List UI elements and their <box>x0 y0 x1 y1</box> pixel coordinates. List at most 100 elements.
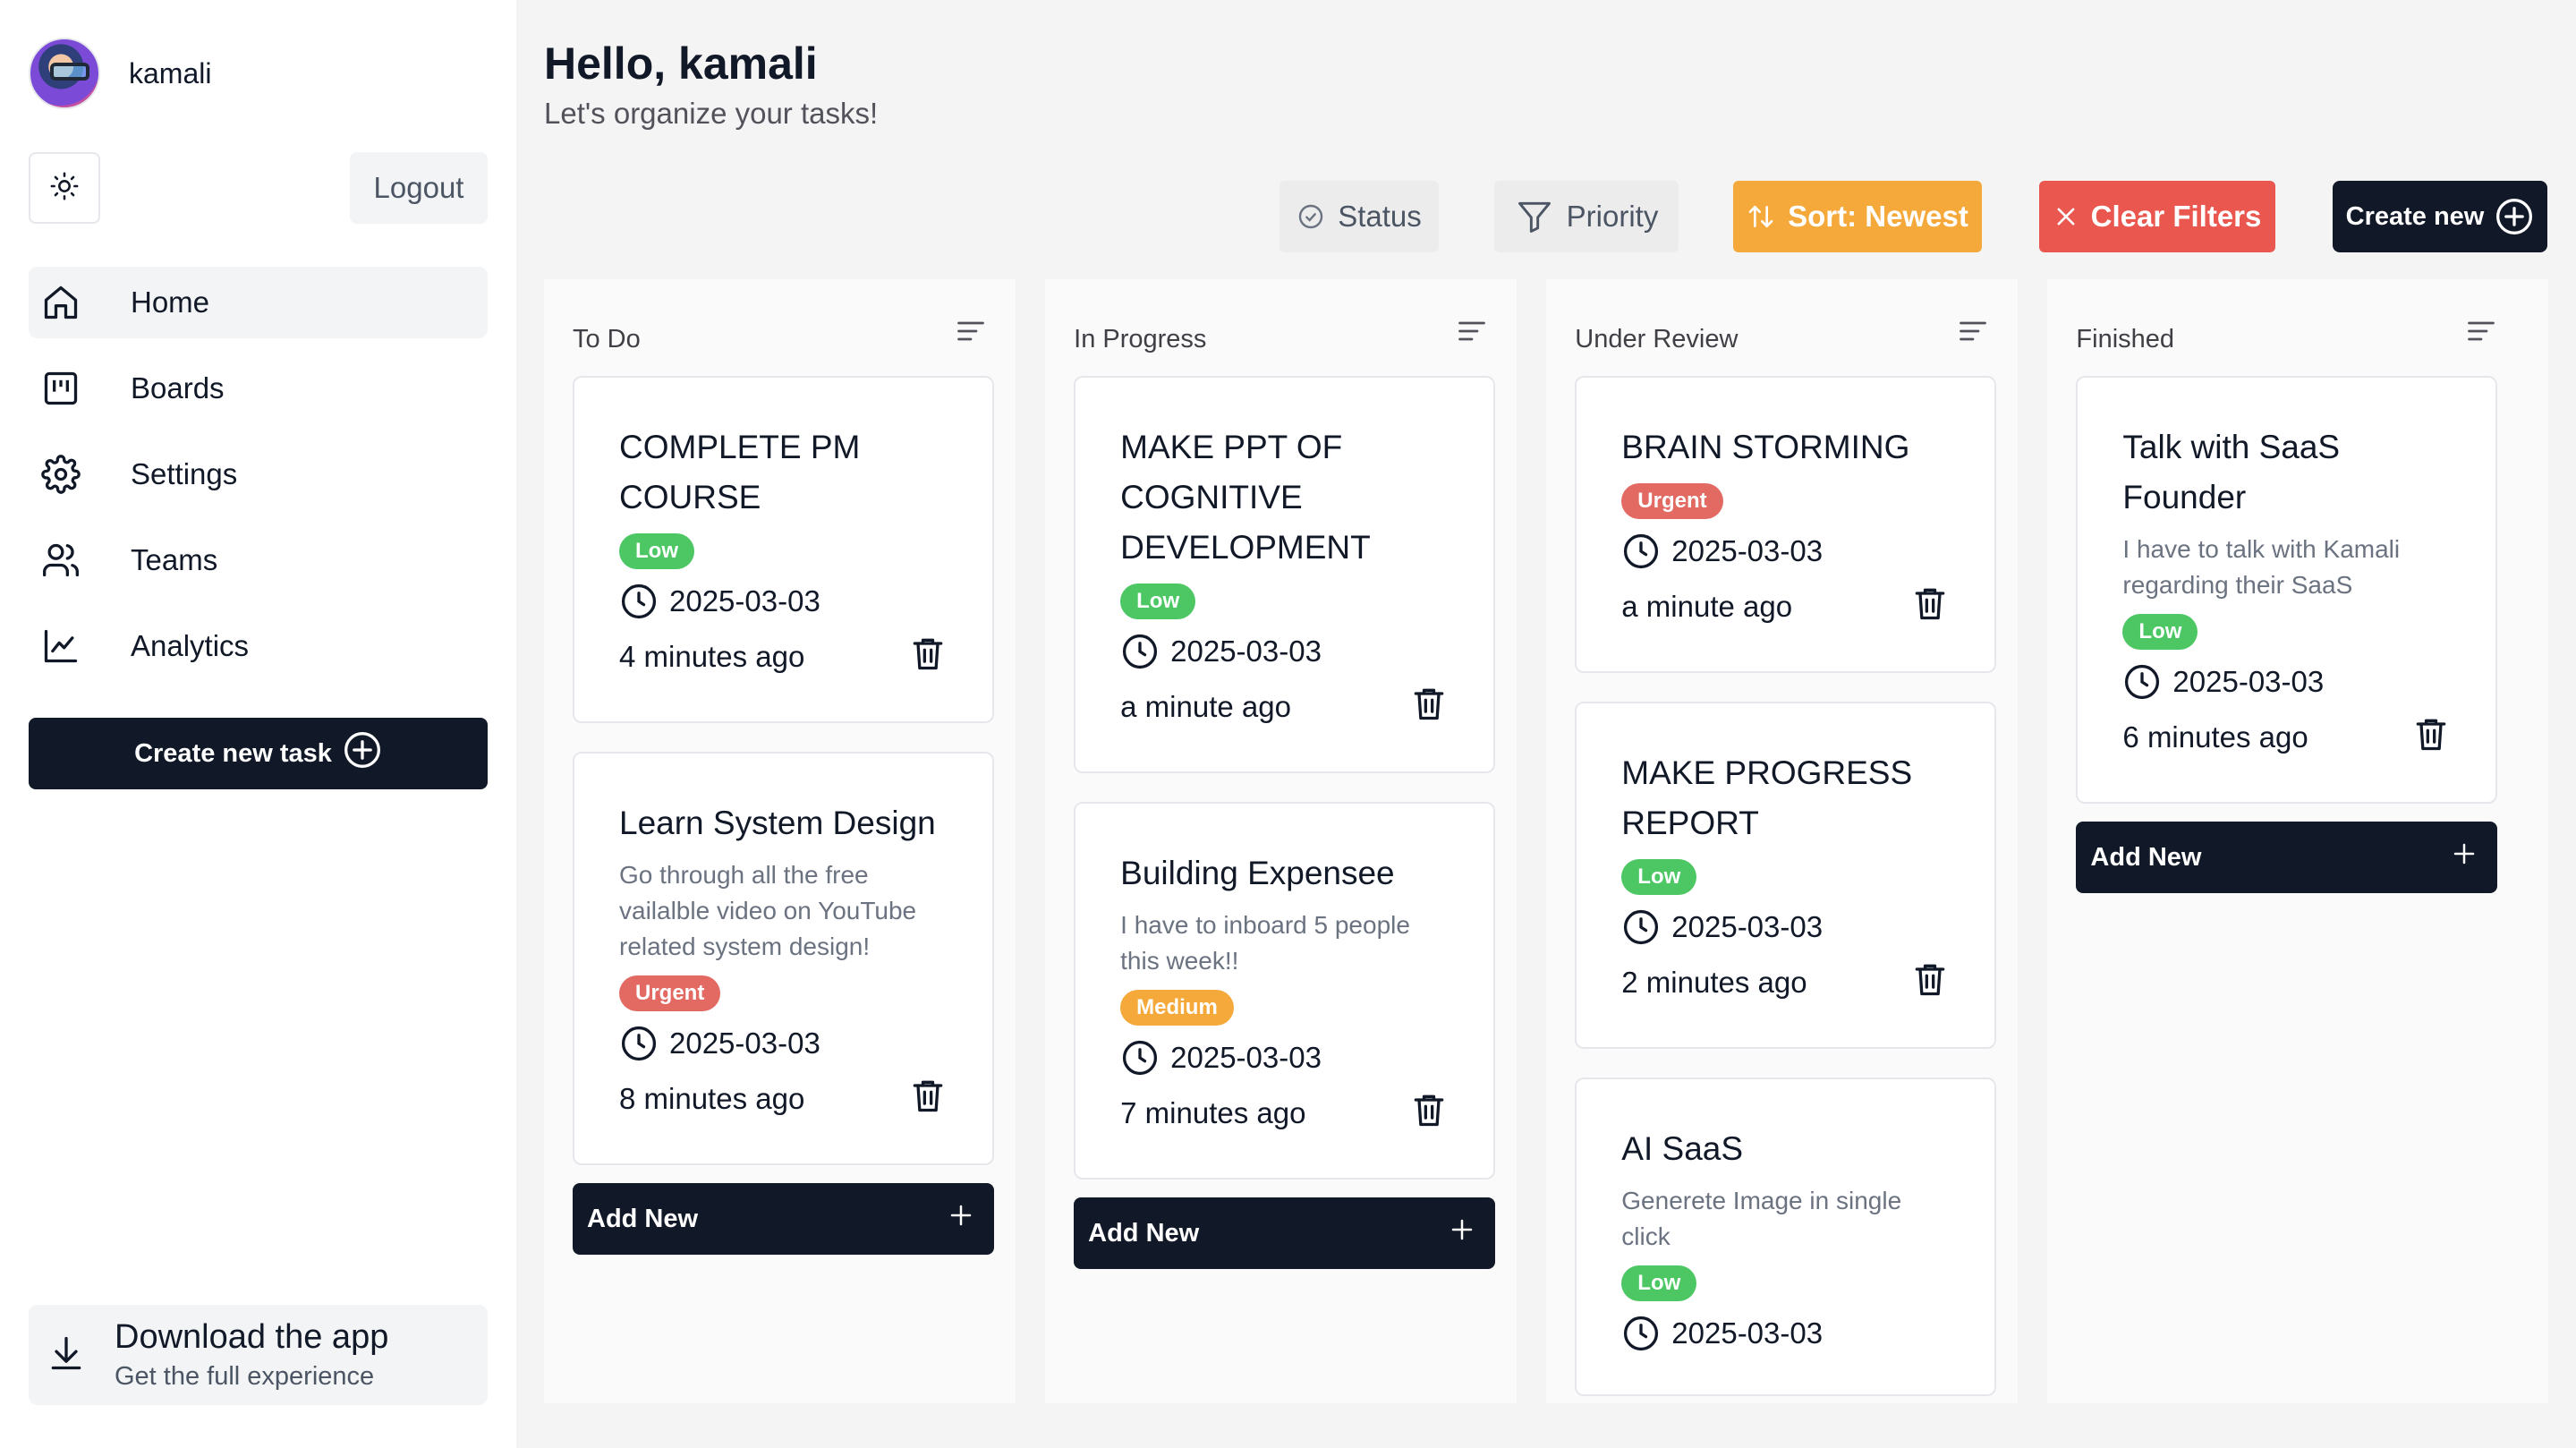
priority-filter-label: Priority <box>1566 200 1659 233</box>
task-card[interactable]: MAKE PPT OF COGNITIVE DEVELOPMENT Low 20… <box>1074 376 1496 773</box>
task-footer: 8 minutes ago <box>619 1076 948 1122</box>
download-title: Download the app <box>115 1318 389 1356</box>
status-filter-button[interactable]: Status <box>1279 181 1439 252</box>
create-new-label: Create new <box>2345 201 2485 231</box>
menu-icon[interactable] <box>2465 315 2497 354</box>
column-title: Under Review <box>1575 325 1739 353</box>
column-in-progress: In Progress MAKE PPT OF COGNITIVE DEVELO… <box>1045 279 1518 1403</box>
menu-icon[interactable] <box>955 315 987 354</box>
task-card[interactable]: AI SaaS Generete Image in single click L… <box>1575 1077 1997 1396</box>
menu-icon[interactable] <box>1456 315 1488 354</box>
user-profile[interactable]: kamali <box>29 38 211 109</box>
task-card[interactable]: COMPLETE PM COURSE Low 2025-03-03 4 minu… <box>573 376 994 723</box>
sidebar-item-label: Home <box>131 285 210 319</box>
create-new-task-button[interactable]: Create new task <box>29 718 488 789</box>
trash-icon[interactable] <box>908 634 948 680</box>
task-date: 2025-03-03 <box>619 1024 948 1063</box>
logout-button[interactable]: Logout <box>350 152 488 224</box>
task-card[interactable]: MAKE PROGRESS REPORT Low 2025-03-03 2 mi… <box>1575 702 1997 1049</box>
priority-badge: Low <box>1621 859 1697 895</box>
username: kamali <box>129 56 212 89</box>
column-header: To Do <box>573 279 987 365</box>
clock-icon <box>1621 532 1661 571</box>
plus-circle-icon <box>2495 197 2534 236</box>
plus-icon <box>2451 840 2478 874</box>
add-new-label: Add New <box>2090 842 2202 872</box>
task-title: BRAIN STORMING <box>1621 429 1910 465</box>
plus-circle-icon <box>343 730 382 777</box>
clear-filters-label: Clear Filters <box>2090 200 2262 233</box>
task-footer: 2 minutes ago <box>1621 959 1950 1006</box>
clock-icon <box>619 582 659 621</box>
task-date-text: 2025-03-03 <box>2172 665 2325 698</box>
task-card[interactable]: BRAIN STORMING Urgent 2025-03-03 a minut… <box>1575 376 1997 673</box>
sidebar-item-home[interactable]: Home <box>29 267 488 338</box>
add-new-button[interactable]: Add New <box>2076 822 2498 893</box>
task-footer: 4 minutes ago <box>619 634 948 680</box>
trash-icon[interactable] <box>2411 714 2451 761</box>
sidebar-item-label: Teams <box>131 543 218 576</box>
task-card[interactable]: Building Expensee I have to inboard 5 pe… <box>1074 802 1496 1180</box>
sort-button[interactable]: Sort: Newest <box>1733 181 1982 252</box>
clear-filters-button[interactable]: Clear Filters <box>2039 181 2275 252</box>
task-title: Learn System Design <box>619 805 936 841</box>
create-new-button[interactable]: Create new <box>2333 181 2547 252</box>
page-title: Hello, kamali <box>544 38 818 89</box>
sidebar-item-teams[interactable]: Teams <box>29 524 488 596</box>
status-filter-label: Status <box>1338 200 1422 233</box>
clock-icon <box>1120 632 1160 671</box>
trash-icon[interactable] <box>1409 684 1449 730</box>
check-circle-icon <box>1297 202 1325 231</box>
add-new-label: Add New <box>1088 1218 1200 1248</box>
page-subtitle: Let's organize your tasks! <box>544 97 879 130</box>
priority-badge: Low <box>619 533 694 569</box>
download-app-card[interactable]: Download the app Get the full experience <box>29 1305 488 1405</box>
chart-icon <box>41 626 81 666</box>
task-date: 2025-03-03 <box>2122 662 2451 702</box>
priority-badge: Low <box>1621 1265 1697 1301</box>
sun-icon <box>49 171 80 206</box>
clock-icon <box>2122 662 2162 702</box>
task-time-ago: 4 minutes ago <box>619 640 805 673</box>
sidebar-item-settings[interactable]: Settings <box>29 439 488 510</box>
task-card[interactable]: Talk with SaaS Founder I have to talk wi… <box>2076 376 2498 804</box>
column-finished: Finished Talk with SaaS Founder I have t… <box>2047 279 2549 1403</box>
task-title: MAKE PROGRESS REPORT <box>1621 754 1913 841</box>
column-todo: To Do COMPLETE PM COURSE Low 2025-03-03 <box>544 279 1016 1403</box>
task-date-text: 2025-03-03 <box>1170 635 1322 668</box>
theme-toggle-button[interactable] <box>29 152 100 224</box>
add-new-button[interactable]: Add New <box>573 1183 994 1255</box>
sort-label: Sort: Newest <box>1788 200 1968 233</box>
task-title: Talk with SaaS Founder <box>2122 429 2341 515</box>
priority-badge: Urgent <box>619 975 721 1011</box>
trash-icon[interactable] <box>1409 1090 1449 1137</box>
home-icon <box>41 283 81 322</box>
priority-filter-button[interactable]: Priority <box>1494 181 1679 252</box>
sidebar-item-analytics[interactable]: Analytics <box>29 610 488 682</box>
trash-icon[interactable] <box>1910 583 1950 630</box>
task-title: Building Expensee <box>1120 855 1395 891</box>
users-icon <box>41 541 81 580</box>
clock-icon <box>1621 1314 1661 1353</box>
clock-icon <box>1621 907 1661 947</box>
avatar[interactable] <box>29 38 100 109</box>
add-new-button[interactable]: Add New <box>1074 1197 1496 1269</box>
trash-icon[interactable] <box>1910 959 1950 1006</box>
sidebar: kamali Logout Home Boards Settings Teams… <box>0 0 516 1448</box>
close-icon <box>2053 204 2079 229</box>
task-description: Generete Image in single click <box>1621 1187 1902 1250</box>
trash-icon[interactable] <box>908 1076 948 1122</box>
task-time-ago: 2 minutes ago <box>1621 966 1807 999</box>
task-card[interactable]: Learn System Design Go through all the f… <box>573 752 994 1165</box>
column-header: Finished <box>2076 279 2497 365</box>
gear-icon <box>41 455 81 494</box>
task-time-ago: 8 minutes ago <box>619 1082 805 1115</box>
plus-icon <box>1449 1216 1475 1250</box>
download-text: Download the app Get the full experience <box>115 1318 388 1392</box>
task-date: 2025-03-03 <box>1621 907 1950 947</box>
sidebar-item-boards[interactable]: Boards <box>29 353 488 424</box>
column-title: To Do <box>573 325 641 353</box>
download-subtitle: Get the full experience <box>115 1362 375 1391</box>
main-content: Hello, kamali Let's organize your tasks!… <box>516 0 2576 1448</box>
menu-icon[interactable] <box>1957 315 1989 354</box>
